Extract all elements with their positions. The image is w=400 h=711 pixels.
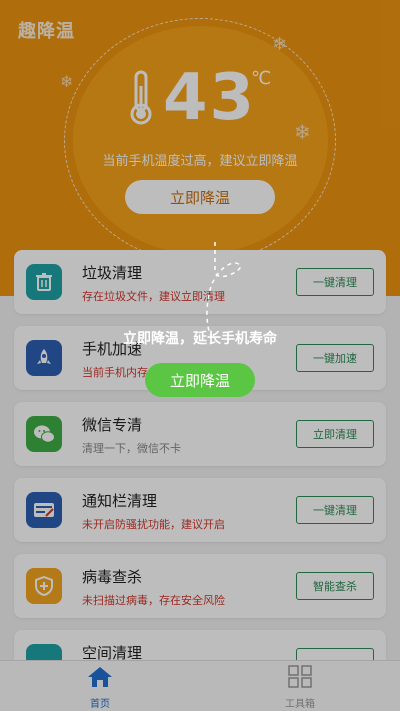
home-icon	[88, 667, 112, 687]
overlay-message: 立即降温，延长手机寿命	[123, 331, 277, 347]
overlay-cool-down-button[interactable]: 立即降温	[145, 363, 255, 397]
tab-tools-label: 工具箱	[285, 699, 315, 710]
bottom-navigation: 首页 工具箱	[0, 660, 400, 711]
grid-icon	[288, 665, 312, 688]
tab-home[interactable]: 首页	[50, 665, 150, 710]
tab-home-label: 首页	[90, 699, 110, 710]
tab-tools[interactable]: 工具箱	[250, 665, 350, 710]
